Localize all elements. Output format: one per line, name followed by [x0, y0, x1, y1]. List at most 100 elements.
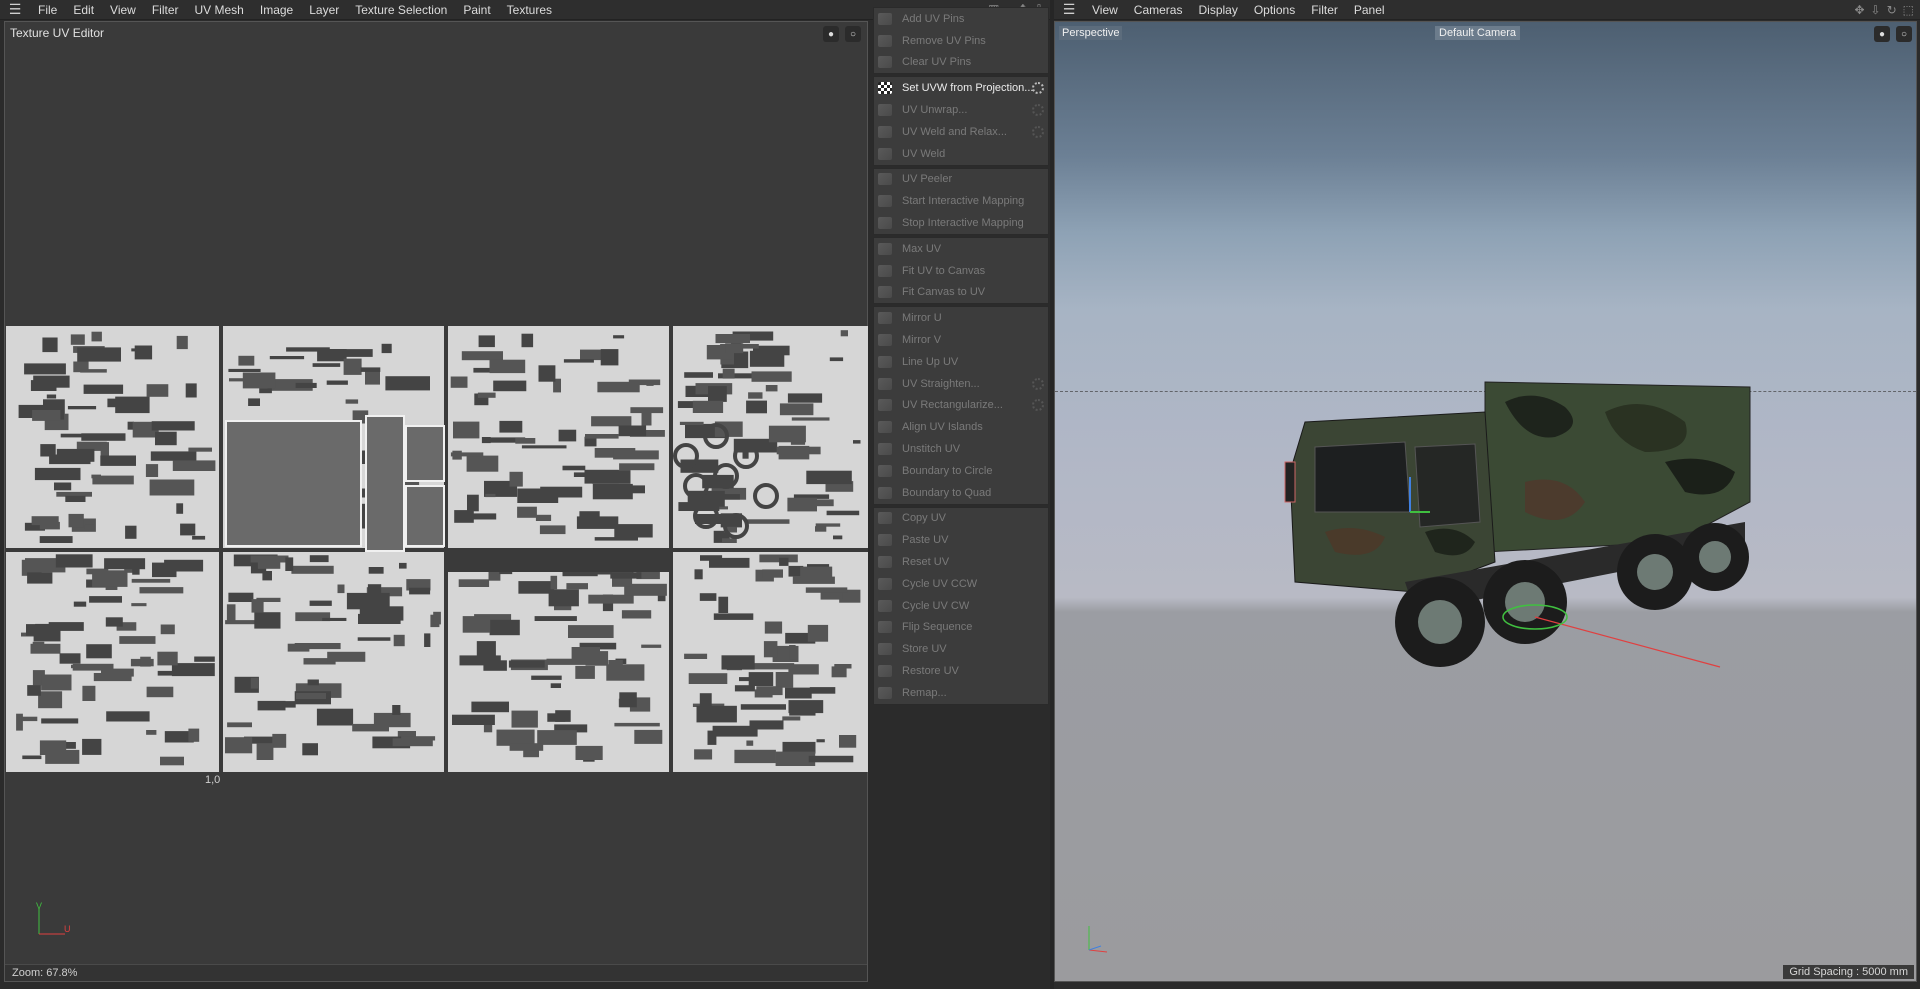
command-cycle-uv-ccw[interactable]: Cycle UV CCW — [874, 573, 1048, 595]
uv-menu-edit[interactable]: Edit — [65, 0, 102, 20]
camera-selector[interactable]: Default Camera — [1435, 26, 1521, 40]
command-uv-weld[interactable]: UV Weld — [874, 143, 1048, 165]
uv-island — [485, 493, 496, 498]
viewport-menu-view[interactable]: View — [1084, 0, 1126, 20]
command-icon — [878, 34, 892, 47]
command-remap[interactable]: Remap... — [874, 682, 1048, 704]
command-cycle-uv-cw[interactable]: Cycle UV CW — [874, 595, 1048, 617]
command-store-uv[interactable]: Store UV — [874, 638, 1048, 660]
uv-island — [82, 738, 102, 755]
perspective-viewport[interactable]: Perspective Default Camera ● ○ Grid Spac… — [1054, 21, 1917, 982]
uv-menu-paint[interactable]: Paint — [455, 0, 498, 20]
command-fit-uv-to-canvas[interactable]: Fit UV to Canvas — [874, 260, 1048, 282]
uv-island — [718, 596, 729, 613]
command-unstitch-uv[interactable]: Unstitch UV — [874, 438, 1048, 460]
uv-canvas[interactable] — [6, 326, 868, 772]
command-uv-weld-and-relax[interactable]: UV Weld and Relax... — [874, 121, 1048, 143]
command-reset-uv[interactable]: Reset UV — [874, 551, 1048, 573]
hamburger-menu-icon[interactable]: ☰ — [0, 0, 30, 20]
uv-island — [55, 554, 93, 568]
uv-island — [489, 359, 526, 374]
uv-island — [433, 611, 441, 625]
command-restore-uv[interactable]: Restore UV — [874, 660, 1048, 682]
gear-icon[interactable] — [1032, 399, 1044, 412]
viewport-menu-filter[interactable]: Filter — [1303, 0, 1346, 20]
uv-island — [155, 431, 177, 446]
command-label: Cycle UV CW — [902, 599, 970, 612]
command-align-uv-islands[interactable]: Align UV Islands — [874, 416, 1048, 438]
uv-island — [699, 593, 717, 601]
command-set-uvw-from-projection[interactable]: Set UVW from Projection... — [874, 77, 1048, 99]
viewport-menu-cameras[interactable]: Cameras — [1126, 0, 1191, 20]
uv-menu-file[interactable]: File — [30, 0, 65, 20]
uv-menu-uv-mesh[interactable]: UV Mesh — [187, 0, 252, 20]
maximize-icon[interactable]: ⬚ — [1903, 3, 1914, 17]
command-stop-interactive-mapping[interactable]: Stop Interactive Mapping — [874, 212, 1048, 234]
viewport-menu-options[interactable]: Options — [1246, 0, 1303, 20]
command-uv-peeler[interactable]: UV Peeler — [874, 169, 1048, 191]
uv-island — [192, 535, 206, 540]
uv-island — [22, 755, 42, 760]
command-mirror-u[interactable]: Mirror U — [874, 307, 1048, 329]
uv-island — [269, 356, 305, 360]
gear-icon[interactable] — [1032, 125, 1044, 138]
uv-island — [734, 685, 755, 692]
uv-menu-view[interactable]: View — [102, 0, 144, 20]
uv-island — [585, 434, 619, 439]
uv-island — [641, 644, 662, 648]
pan-icon[interactable]: ⇩ — [1871, 3, 1881, 17]
uv-island — [453, 421, 480, 439]
command-flip-sequence[interactable]: Flip Sequence — [874, 617, 1048, 639]
command-mirror-v[interactable]: Mirror V — [874, 329, 1048, 351]
mic-icon[interactable]: ● — [823, 26, 839, 42]
uv-menu-layer[interactable]: Layer — [301, 0, 347, 20]
gear-icon[interactable] — [1032, 377, 1044, 390]
uv-island — [357, 637, 391, 641]
uv-island — [150, 451, 197, 461]
move-view-icon[interactable]: ✥ — [1854, 3, 1864, 17]
uv-island — [316, 708, 354, 726]
viewport-menu-display[interactable]: Display — [1190, 0, 1245, 20]
command-uv-rectangularize[interactable]: UV Rectangularize... — [874, 395, 1048, 417]
command-paste-uv[interactable]: Paste UV — [874, 529, 1048, 551]
uv-island — [688, 673, 728, 684]
gizmo-x-axis[interactable] — [1534, 616, 1721, 668]
uv-island — [38, 691, 63, 709]
command-clear-uv-pins[interactable]: Clear UV Pins — [874, 52, 1048, 74]
uv-island — [172, 460, 216, 471]
viewport-title[interactable]: Perspective — [1059, 26, 1123, 40]
truck-model[interactable] — [1205, 352, 1805, 702]
command-boundary-to-quad[interactable]: Boundary to Quad — [874, 482, 1048, 504]
command-add-uv-pins[interactable]: Add UV Pins — [874, 8, 1048, 30]
gear-icon[interactable] — [1032, 82, 1044, 95]
uv-menu-image[interactable]: Image — [252, 0, 301, 20]
command-fit-canvas-to-uv[interactable]: Fit Canvas to UV — [874, 282, 1048, 304]
refresh-icon[interactable]: ○ — [845, 26, 861, 42]
command-copy-uv[interactable]: Copy UV — [874, 508, 1048, 530]
uv-island — [782, 716, 801, 721]
command-label: Cycle UV CCW — [902, 577, 978, 590]
command-boundary-to-circle[interactable]: Boundary to Circle — [874, 460, 1048, 482]
viewport-hamburger-icon[interactable]: ☰ — [1054, 0, 1084, 20]
uv-island-circle — [753, 483, 779, 509]
rotate-view-icon[interactable]: ↻ — [1887, 3, 1897, 17]
uv-island — [157, 670, 174, 676]
command-icon — [878, 621, 892, 634]
viewport-refresh-icon[interactable]: ○ — [1896, 26, 1912, 42]
command-remove-uv-pins[interactable]: Remove UV Pins — [874, 30, 1048, 52]
viewport-menu-panel[interactable]: Panel — [1346, 0, 1393, 20]
gear-icon[interactable] — [1032, 104, 1044, 117]
uv-menu-filter[interactable]: Filter — [144, 0, 187, 20]
uv-menu-textures[interactable]: Textures — [499, 0, 560, 20]
command-start-interactive-mapping[interactable]: Start Interactive Mapping — [874, 190, 1048, 212]
command-label: Stop Interactive Mapping — [902, 217, 1024, 230]
uv-island — [106, 711, 150, 722]
uv-island — [840, 330, 848, 337]
command-uv-straighten[interactable]: UV Straighten... — [874, 373, 1048, 395]
command-max-uv[interactable]: Max UV — [874, 238, 1048, 260]
uv-menu-texture-selection[interactable]: Texture Selection — [347, 0, 455, 20]
command-icon — [878, 599, 892, 612]
command-uv-unwrap[interactable]: UV Unwrap... — [874, 99, 1048, 121]
viewport-mic-icon[interactable]: ● — [1874, 26, 1890, 42]
command-line-up-uv[interactable]: Line Up UV — [874, 351, 1048, 373]
